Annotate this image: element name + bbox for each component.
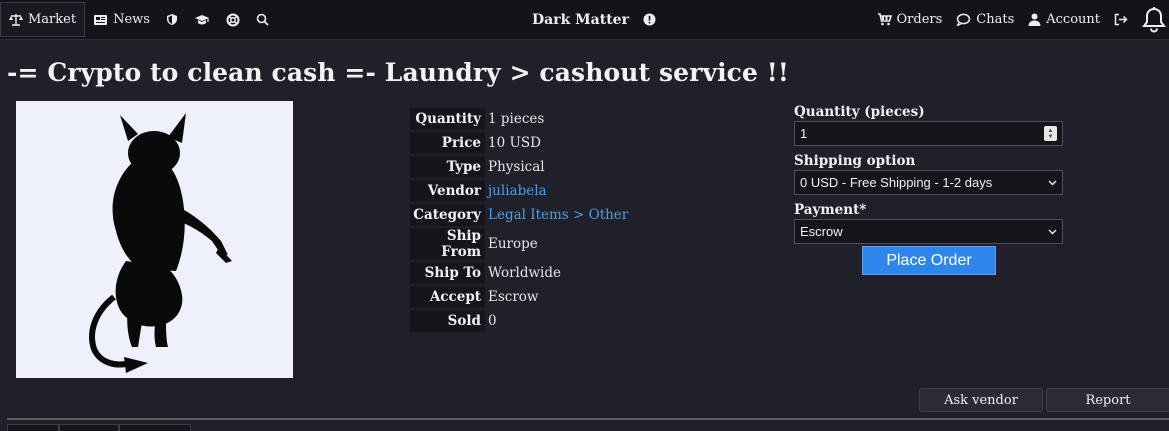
nav-chats[interactable]: Chats — [949, 2, 1021, 37]
nav-education[interactable] — [186, 2, 218, 37]
detail-key: Ship To — [410, 262, 485, 284]
tab-stub[interactable] — [59, 424, 119, 431]
product-image — [16, 101, 293, 378]
shipping-select[interactable]: 0 USD - Free Shipping - 1-2 days — [794, 170, 1063, 195]
detail-value: 0 — [485, 310, 631, 332]
logout-icon — [1114, 13, 1128, 26]
chat-bubble-icon — [956, 13, 971, 26]
divider — [7, 418, 1169, 420]
brand-title: Dark Matter — [532, 12, 629, 28]
tab-stub[interactable] — [119, 424, 191, 431]
nav-account[interactable]: Account — [1021, 2, 1107, 37]
detail-value: Physical — [485, 156, 631, 178]
newspaper-icon — [93, 14, 108, 26]
nav-logout[interactable] — [1107, 2, 1135, 37]
quantity-spinner[interactable]: ▲ ▼ — [1044, 126, 1057, 141]
place-order-button[interactable]: Place Order — [862, 246, 996, 275]
detail-key: Quantity — [410, 108, 485, 130]
detail-value: Escrow — [485, 286, 631, 308]
nav-news[interactable]: News — [85, 2, 158, 37]
top-navbar: Market News — [0, 0, 1169, 40]
nav-orders[interactable]: Orders — [870, 2, 950, 37]
detail-row: CategoryLegal Items > Other — [410, 204, 631, 226]
detail-key: Accept — [410, 286, 485, 308]
detail-row: Ship ToWorldwide — [410, 262, 631, 284]
detail-key: Ship From — [410, 228, 485, 260]
nav-notifications[interactable] — [1135, 2, 1169, 37]
user-icon — [1028, 13, 1041, 26]
listing-title: -= Crypto to clean cash =- Laundry > cas… — [7, 58, 789, 87]
detail-value: Worldwide — [485, 262, 631, 284]
bell-icon — [1142, 7, 1166, 33]
detail-key: Category — [410, 204, 485, 226]
nav-shield[interactable] — [158, 2, 186, 37]
order-form: Quantity (pieces) 1 ▲ ▼ Shipping option … — [794, 104, 1063, 251]
chevron-down-icon — [1048, 229, 1057, 235]
nav-account-label: Account — [1046, 12, 1100, 27]
nav-market[interactable]: Market — [0, 2, 85, 37]
detail-row: Vendorjuliabela — [410, 180, 631, 202]
quantity-value: 1 — [800, 126, 807, 141]
detail-key: Type — [410, 156, 485, 178]
chevron-down-icon — [1048, 180, 1057, 186]
shield-icon — [166, 13, 178, 26]
quantity-input[interactable]: 1 ▲ ▼ — [794, 121, 1063, 146]
cart-icon — [877, 13, 892, 26]
nav-search[interactable] — [248, 2, 277, 37]
detail-key: Sold — [410, 310, 485, 332]
detail-row: AcceptEscrow — [410, 286, 631, 308]
detail-value: 10 USD — [485, 132, 631, 154]
devil-silhouette-image — [16, 101, 293, 378]
search-icon — [256, 13, 269, 26]
lifebuoy-icon — [226, 13, 240, 27]
payment-label: Payment* — [794, 202, 1063, 218]
detail-row: Ship FromEurope — [410, 228, 631, 260]
nav-market-label: Market — [28, 12, 76, 27]
shipping-label: Shipping option — [794, 153, 1063, 169]
detail-value: Europe — [485, 228, 631, 260]
nav-support[interactable] — [218, 2, 248, 37]
shipping-value: 0 USD - Free Shipping - 1-2 days — [800, 175, 992, 190]
nav-news-label: News — [113, 12, 150, 27]
graduation-cap-icon — [194, 14, 210, 26]
listing-details-table: Quantity1 piecesPrice10 USDTypePhysicalV… — [410, 106, 631, 334]
tab-stub[interactable] — [7, 424, 59, 431]
detail-key: Price — [410, 132, 485, 154]
report-button[interactable]: Report — [1046, 388, 1169, 412]
account-nav: Orders Chats Account — [870, 0, 1169, 39]
ask-vendor-button[interactable]: Ask vendor — [919, 388, 1043, 412]
detail-link[interactable]: juliabela — [488, 183, 547, 199]
detail-row: TypePhysical — [410, 156, 631, 178]
payment-select[interactable]: Escrow — [794, 219, 1063, 244]
info-icon[interactable] — [643, 13, 656, 26]
detail-key: Vendor — [410, 180, 485, 202]
brand: Dark Matter — [532, 0, 656, 39]
detail-row: Quantity1 pieces — [410, 108, 631, 130]
spinner-down-icon[interactable]: ▼ — [1048, 134, 1054, 140]
detail-row: Price10 USD — [410, 132, 631, 154]
nav-chats-label: Chats — [976, 12, 1014, 27]
detail-link[interactable]: Legal Items > Other — [488, 207, 628, 223]
detail-value: Legal Items > Other — [485, 204, 631, 226]
nav-orders-label: Orders — [897, 12, 943, 27]
quantity-label: Quantity (pieces) — [794, 104, 1063, 120]
scale-icon — [9, 13, 23, 26]
detail-row: Sold0 — [410, 310, 631, 332]
detail-value: 1 pieces — [485, 108, 631, 130]
detail-value: juliabela — [485, 180, 631, 202]
payment-value: Escrow — [800, 224, 843, 239]
